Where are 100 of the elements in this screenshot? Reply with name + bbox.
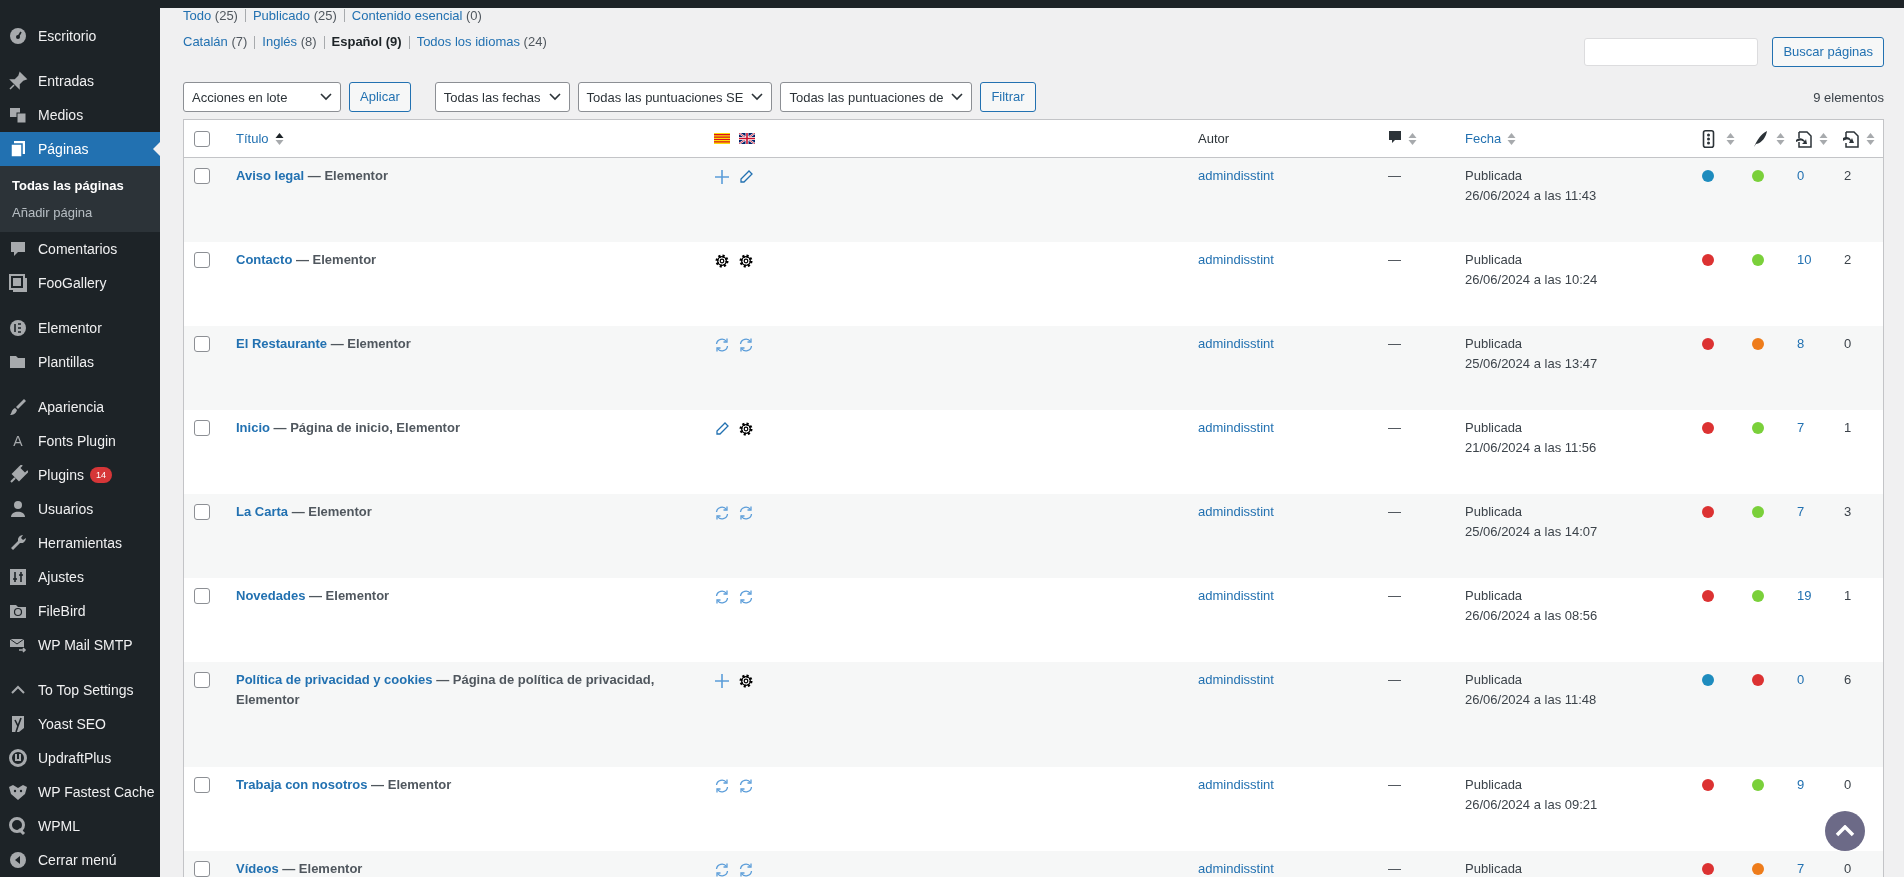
filter-link[interactable]: Inglés	[262, 34, 298, 49]
row-checkbox[interactable]	[194, 672, 210, 688]
sync-icon[interactable]	[738, 862, 754, 877]
sidebar-item[interactable]: Ajustes	[0, 560, 160, 594]
link-count[interactable]: 7	[1797, 420, 1805, 435]
sidebar-item[interactable]: Apariencia	[0, 390, 160, 424]
gear-icon[interactable]	[714, 253, 730, 269]
submenu-item[interactable]: Añadir página	[0, 199, 160, 226]
author-link[interactable]: admindisstint	[1198, 420, 1274, 435]
sync-icon[interactable]	[714, 862, 730, 877]
author-link[interactable]: admindisstint	[1198, 168, 1274, 183]
row-checkbox[interactable]	[194, 252, 210, 268]
sidebar-item[interactable]: Entradas	[0, 64, 160, 98]
sync-icon[interactable]	[738, 778, 754, 794]
sidebar-item[interactable]: Escritorio	[0, 19, 160, 53]
sync-icon[interactable]	[738, 505, 754, 521]
document-arrow-in-icon[interactable]	[1795, 129, 1813, 148]
filter-button[interactable]: Filtrar	[980, 82, 1036, 112]
apply-button[interactable]: Aplicar	[349, 82, 411, 112]
page-title-link[interactable]: Novedades	[236, 588, 306, 603]
submenu-item[interactable]: Todas las páginas	[0, 172, 160, 199]
pencil-icon[interactable]	[714, 421, 730, 437]
feather-icon[interactable]	[1752, 129, 1770, 148]
page-title-link[interactable]: Política de privacidad y cookies	[236, 672, 433, 687]
sidebar-item[interactable]: Usuarios	[0, 492, 160, 526]
sidebar-item[interactable]: Cerrar menú	[0, 843, 160, 877]
filter-link[interactable]: Catalán	[183, 34, 228, 49]
row-checkbox[interactable]	[194, 777, 210, 793]
sidebar-item[interactable]: Yoast SEO	[0, 707, 160, 741]
author-link[interactable]: admindisstint	[1198, 252, 1274, 267]
sidebar-item[interactable]: FileBird	[0, 594, 160, 628]
link-count[interactable]: 8	[1797, 336, 1805, 351]
gear-icon[interactable]	[738, 253, 754, 269]
link-count[interactable]: 9	[1797, 777, 1805, 792]
filter-dropdown[interactable]: Todas las puntuaciones de	[780, 82, 973, 112]
plus-icon[interactable]	[714, 169, 730, 185]
sidebar-item[interactable]: Elementor	[0, 311, 160, 345]
filter-dropdown[interactable]: Todas las puntuaciones SE	[577, 82, 773, 112]
plus-icon[interactable]	[714, 673, 730, 689]
row-checkbox[interactable]	[194, 504, 210, 520]
gear-icon[interactable]	[738, 421, 754, 437]
sync-icon[interactable]	[714, 505, 730, 521]
sidebar-item[interactable]: Plugins 14	[0, 458, 160, 492]
sync-icon[interactable]	[714, 778, 730, 794]
sidebar-item[interactable]: Medios	[0, 98, 160, 132]
link-count[interactable]: 7	[1797, 861, 1805, 876]
row-checkbox[interactable]	[194, 588, 210, 604]
link-count[interactable]: 10	[1797, 252, 1812, 267]
page-title-link[interactable]: La Carta	[236, 504, 289, 519]
search-button[interactable]: Buscar páginas	[1772, 37, 1884, 67]
column-header-link[interactable]: Título	[236, 131, 269, 146]
filter-link[interactable]: Todo	[183, 8, 212, 23]
page-title-link[interactable]: Trabaja con nosotros	[236, 777, 368, 792]
bulk-actions-dropdown[interactable]: Acciones en lote	[183, 82, 341, 112]
page-title-link[interactable]: Vídeos	[236, 861, 279, 876]
link-count[interactable]: 0	[1797, 168, 1805, 183]
column-header-link[interactable]: Fecha	[1465, 131, 1502, 146]
filter-dropdown[interactable]: Todas las fechas	[434, 82, 570, 112]
sidebar-item[interactable]: Plantillas	[0, 345, 160, 379]
sidebar-item[interactable]: To Top Settings	[0, 673, 160, 707]
sync-icon[interactable]	[738, 589, 754, 605]
row-checkbox[interactable]	[194, 861, 210, 877]
sidebar-item[interactable]: FooGallery	[0, 266, 160, 300]
row-checkbox[interactable]	[194, 420, 210, 436]
author-link[interactable]: admindisstint	[1198, 504, 1274, 519]
sort-arrows-icon[interactable]	[274, 131, 284, 146]
filter-link[interactable]: Español	[331, 34, 383, 49]
sidebar-item[interactable]: WPML	[0, 809, 160, 843]
sidebar-item[interactable]: UpdraftPlus	[0, 741, 160, 775]
sync-icon[interactable]	[714, 589, 730, 605]
author-link[interactable]: admindisstint	[1198, 588, 1274, 603]
author-link[interactable]: admindisstint	[1198, 336, 1274, 351]
sync-icon[interactable]	[738, 337, 754, 353]
row-checkbox[interactable]	[194, 336, 210, 352]
row-checkbox[interactable]	[194, 168, 210, 184]
search-field[interactable]	[1584, 38, 1759, 66]
author-link[interactable]: admindisstint	[1198, 777, 1274, 792]
sidebar-item[interactable]: Páginas	[0, 132, 160, 166]
sidebar-item[interactable]: WP Mail SMTP	[0, 628, 160, 662]
sidebar-item[interactable]: A Fonts Plugin	[0, 424, 160, 458]
page-title-link[interactable]: Inicio	[236, 420, 270, 435]
page-title-link[interactable]: El Restaurante	[236, 336, 328, 351]
filter-link[interactable]: Contenido esencial	[351, 8, 463, 23]
author-link[interactable]: admindisstint	[1198, 672, 1274, 687]
sidebar-item[interactable]: Herramientas	[0, 526, 160, 560]
link-count[interactable]: 19	[1797, 588, 1812, 603]
author-link[interactable]: admindisstint	[1198, 861, 1274, 876]
sync-icon[interactable]	[714, 337, 730, 353]
pencil-icon[interactable]	[738, 169, 754, 185]
filter-link[interactable]: Todos los idiomas	[416, 34, 520, 49]
filter-link[interactable]: Publicado	[252, 8, 311, 23]
gear-icon[interactable]	[738, 673, 754, 689]
sidebar-item[interactable]: Comentarios	[0, 232, 160, 266]
page-title-link[interactable]: Contacto	[236, 252, 293, 267]
document-arrow-out-icon[interactable]	[1842, 129, 1860, 148]
link-count[interactable]: 7	[1797, 504, 1805, 519]
select-all-checkbox[interactable]	[194, 130, 210, 147]
sidebar-item[interactable]: WP Fastest Cache	[0, 775, 160, 809]
link-count[interactable]: 0	[1797, 672, 1805, 687]
page-title-link[interactable]: Aviso legal	[236, 168, 305, 183]
